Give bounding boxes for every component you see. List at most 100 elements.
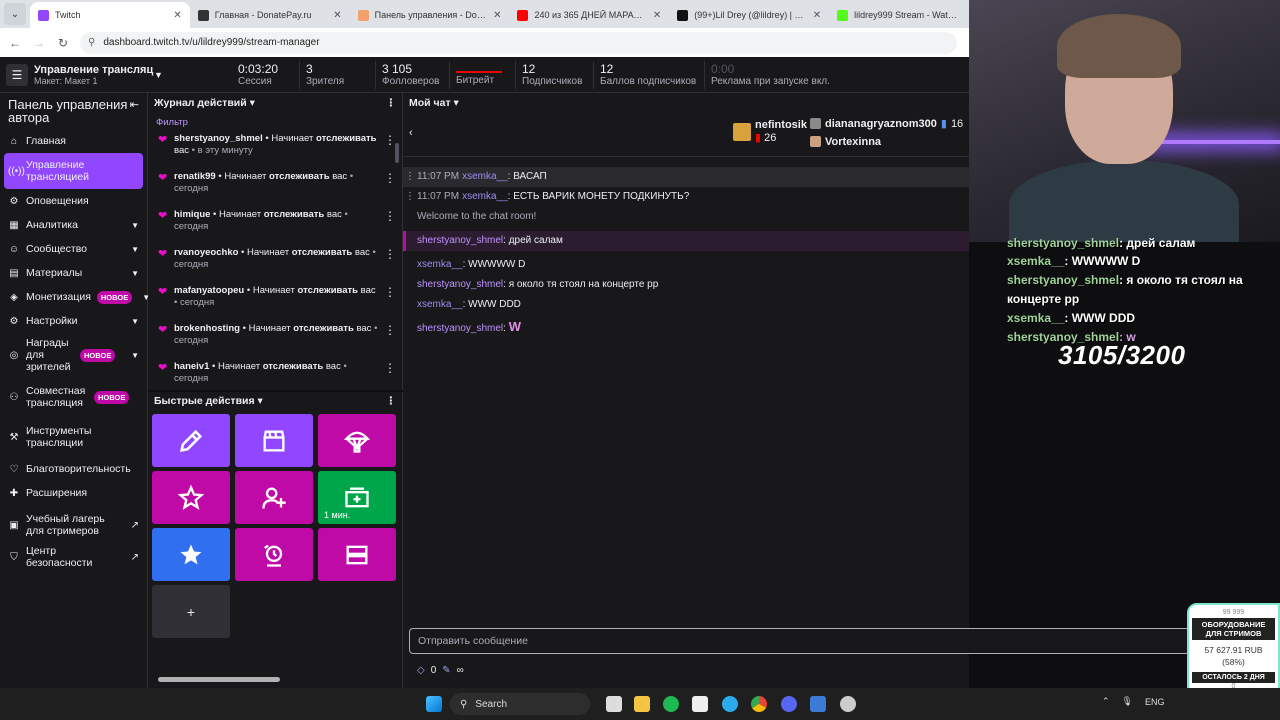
chat-username[interactable]: xsemka__ <box>417 259 463 270</box>
nav-item-bootcamp[interactable]: ▣ Учебный лагерь для стримеров ↗ <box>0 505 147 545</box>
nav-item-monetization[interactable]: ◈ Монетизация НОВОЕ ▼ <box>0 285 150 309</box>
more-options-icon[interactable]: ⋮ <box>386 97 397 109</box>
browser-tab-donatepay[interactable]: Главная - DonatePay.ru ✕ <box>190 2 350 28</box>
telegram-icon[interactable] <box>722 696 738 712</box>
gifter-2[interactable]: diananagryaznom300 ▮ 16 <box>810 117 963 130</box>
site-info-icon[interactable]: ⚲ <box>88 37 95 48</box>
more-options-icon[interactable]: ⋮ <box>384 247 396 281</box>
chevron-down-icon[interactable]: ▼ <box>154 70 168 80</box>
chevron-left-icon[interactable]: ‹ <box>409 127 413 139</box>
close-tab-icon[interactable]: ✕ <box>493 10 501 21</box>
horizontal-scrollbar[interactable] <box>158 677 280 682</box>
spotify-icon[interactable] <box>663 696 679 712</box>
quick-actions-title[interactable]: Быстрые действия ▾ <box>154 395 263 407</box>
followers-only-button[interactable] <box>152 528 230 581</box>
chat-username[interactable]: sherstyanoy_shmel <box>417 279 503 290</box>
nav-item-safety-center[interactable]: ⛉ Центр безопасности ↗ <box>0 545 147 569</box>
nav-item-content[interactable]: ▤ Материалы ▼ <box>0 261 147 285</box>
browser-tab-twitch[interactable]: Twitch ✕ <box>29 2 190 28</box>
analytics-icon: ▦ <box>9 219 19 231</box>
pin-icon[interactable]: ⋮ <box>405 167 415 187</box>
more-options-icon[interactable]: ⋮ <box>386 395 397 407</box>
prediction-button[interactable] <box>235 528 313 581</box>
activity-item[interactable]: ❤ brokenhosting • Начинает отслеживать ва… <box>148 321 402 359</box>
chevron-up-icon[interactable]: ⌃ <box>1102 696 1110 707</box>
run-ad-button[interactable]: 1 мин. <box>318 471 396 524</box>
browser-tab-tiktok[interactable]: (99+)Lil Drey (@lildrey) | TikTok ✕ <box>669 2 829 28</box>
highlight-button[interactable] <box>152 471 230 524</box>
browser-tab-kick[interactable]: lildrey999 Stream - Watch Live <box>829 2 969 28</box>
discord-icon[interactable] <box>781 696 797 712</box>
gifter-3[interactable]: Vortexinna ▮ 5 <box>810 135 995 148</box>
more-options-icon[interactable]: ⋮ <box>384 323 396 357</box>
nav-item-home[interactable]: ⌂ Главная <box>0 129 147 153</box>
clip-button[interactable] <box>235 414 313 467</box>
channel-points-icon[interactable]: ◇ <box>417 665 425 676</box>
close-tab-icon[interactable]: ✕ <box>653 10 661 21</box>
app-icon[interactable] <box>840 696 856 712</box>
close-tab-icon[interactable]: ✕ <box>333 10 341 21</box>
nav-item-stream-tools[interactable]: ⚒ Инструменты трансляции <box>0 417 147 457</box>
browser-tab-donation-panel[interactable]: Панель управления - Donatio ✕ <box>350 2 510 28</box>
back-arrow-icon[interactable]: ← <box>8 36 22 50</box>
nav-item-charity[interactable]: ♡ Благотворительность <box>0 457 147 481</box>
chart-app-icon[interactable] <box>810 696 826 712</box>
nav-item-community[interactable]: ☺ Сообщество ▼ <box>0 237 147 261</box>
activity-item[interactable]: ❤ sherstyanoy_shmel • Начинает отслеживат… <box>148 131 402 169</box>
more-options-icon[interactable]: ⋮ <box>384 209 396 243</box>
chat-input[interactable]: Отправить сообщение <box>409 628 1199 654</box>
activity-filter-link[interactable]: Фильтр <box>148 113 402 131</box>
nav-item-settings[interactable]: ⚙ Настройки ▼ <box>0 309 147 333</box>
collapse-nav-icon[interactable]: ⇤ <box>130 98 139 111</box>
chat-username[interactable]: sherstyanoy_shmel <box>417 323 503 334</box>
more-options-icon[interactable]: ⋮ <box>384 171 396 205</box>
more-options-icon[interactable]: ⋮ <box>384 133 396 167</box>
close-tab-icon[interactable]: ✕ <box>173 10 181 21</box>
nav-item-stream-manager[interactable]: ((•)) Управление трансляцией <box>4 153 143 189</box>
more-options-icon[interactable]: ⋮ <box>384 361 396 395</box>
nav-item-collaboration[interactable]: ⚇ Совместная трансляция НОВОЕ <box>0 377 147 417</box>
chat-username[interactable]: xsemka__ <box>462 171 508 182</box>
nav-item-extensions[interactable]: ✚ Расширения <box>0 481 147 505</box>
reload-icon[interactable]: ↻ <box>56 36 70 50</box>
edit-stream-info-button[interactable] <box>152 414 230 467</box>
activity-item[interactable]: ❤ renatik99 • Начинает отслеживать вас • … <box>148 169 402 207</box>
pen-icon[interactable]: ✎ <box>442 665 450 676</box>
nav-item-viewer-rewards[interactable]: ◎ Награды для зрителей НОВОЕ ▼ <box>0 333 147 377</box>
tab-search-button[interactable]: ⌄ <box>4 3 26 25</box>
activity-item[interactable]: ❤ himique • Начинает отслеживать вас • се… <box>148 207 402 245</box>
nav-item-alerts[interactable]: ⚙ Оповещения <box>0 189 147 213</box>
windows-start-icon[interactable] <box>426 696 442 712</box>
activity-item[interactable]: ❤ rvanoyeochko • Начинает отслеживать вас… <box>148 245 402 283</box>
activity-feed-title[interactable]: Журнал действий ▾ <box>154 97 255 109</box>
chat-username[interactable]: sherstyanoy_shmel <box>417 235 503 246</box>
stat-preroll-ads[interactable]: 0:00 Реклама при запуске вкл. <box>705 61 836 89</box>
gifter-1[interactable]: nefintosik ▮ 26 <box>733 119 807 144</box>
raid-button[interactable] <box>318 414 396 467</box>
browser-tab-youtube[interactable]: 240 из 365 ДНЕЙ МАРАФО ✕ <box>509 2 669 28</box>
chrome-icon[interactable] <box>751 696 767 712</box>
add-quick-action-button[interactable]: + <box>152 585 230 638</box>
menu-icon[interactable]: ☰ <box>6 63 28 86</box>
microphone-icon[interactable]: 🎙 <box>1122 696 1133 707</box>
add-moderator-button[interactable] <box>235 471 313 524</box>
page-title[interactable]: Управление трансляц... Макет: Макет 1 <box>34 64 154 86</box>
more-options-icon[interactable]: ⋮ <box>384 285 396 319</box>
nav-item-analytics[interactable]: ▦ Аналитика ▼ <box>0 213 147 237</box>
poll-button[interactable] <box>318 528 396 581</box>
pin-icon[interactable]: ⋮ <box>405 187 415 207</box>
chat-title[interactable]: Мой чат ▾ <box>409 97 459 109</box>
forward-arrow-icon[interactable]: → <box>32 36 46 50</box>
close-tab-icon[interactable]: ✕ <box>813 10 821 21</box>
address-bar[interactable]: ⚲ dashboard.twitch.tv/u/lildrey999/strea… <box>80 31 957 54</box>
file-explorer-icon[interactable] <box>634 696 650 712</box>
windows-taskbar: ⚲ Search ⌃ 🎙 ENG <box>0 688 1280 720</box>
task-view-icon[interactable] <box>606 696 622 712</box>
activity-item[interactable]: ❤ mafanyatoopeu • Начинает отслеживать ва… <box>148 283 402 321</box>
chat-username[interactable]: xsemka__ <box>462 191 508 202</box>
taskbar-search[interactable]: ⚲ Search <box>450 693 590 715</box>
activity-scrollbar[interactable] <box>395 143 399 163</box>
chat-username[interactable]: xsemka__ <box>417 299 463 310</box>
language-indicator[interactable]: ENG <box>1145 697 1165 707</box>
obs-icon[interactable] <box>692 696 708 712</box>
